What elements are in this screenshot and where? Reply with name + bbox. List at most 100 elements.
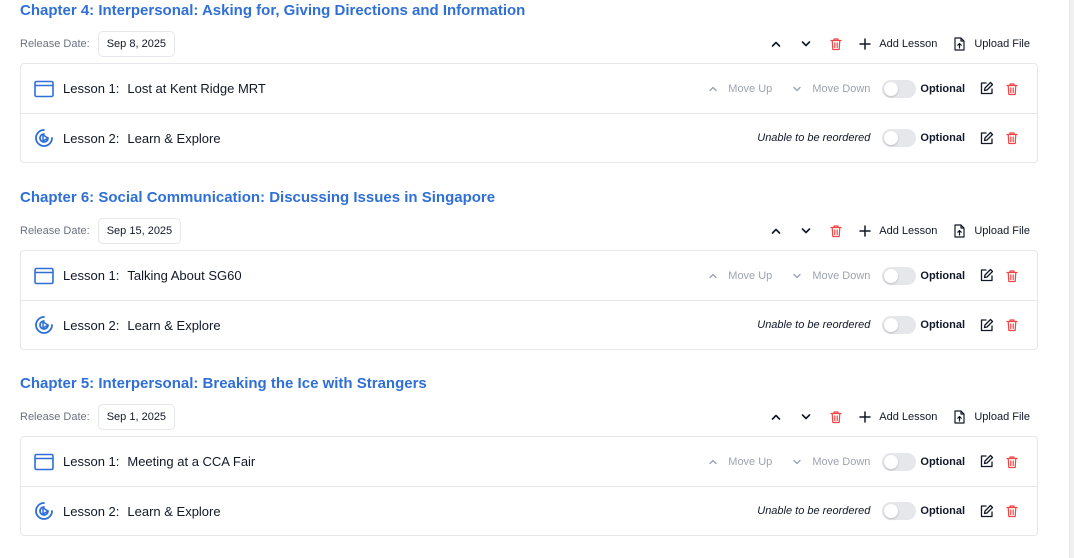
- delete-lesson-button[interactable]: [999, 499, 1025, 523]
- edit-lesson-button[interactable]: [973, 499, 999, 523]
- chapter-title: Chapter 4: Interpersonal: Asking for, Gi…: [20, 2, 526, 19]
- optional-toggle[interactable]: [882, 452, 917, 471]
- scrollbar[interactable]: [1069, 0, 1074, 558]
- browser-window-icon: [33, 78, 55, 100]
- browser-window-icon: [33, 451, 55, 473]
- edit-icon: [980, 454, 993, 468]
- chapter-move-down-button[interactable]: [791, 218, 821, 244]
- add-lesson-button[interactable]: Add Lesson: [851, 31, 945, 57]
- delete-lesson-button[interactable]: [999, 264, 1025, 288]
- upload-file-button[interactable]: Upload File: [945, 404, 1038, 430]
- lesson-title[interactable]: Learn & Explore: [127, 504, 220, 519]
- chevron-down-icon: [801, 414, 811, 420]
- delete-lesson-button[interactable]: [999, 450, 1025, 474]
- chapter-delete-button[interactable]: [821, 404, 851, 430]
- edit-lesson-button[interactable]: [973, 264, 999, 288]
- trash-icon: [1006, 319, 1018, 332]
- chevron-down-icon: [793, 273, 802, 278]
- lesson-title[interactable]: Lost at Kent Ridge MRT: [127, 81, 266, 96]
- chapter-section: Chapter 6: Social Communication: Discuss…: [20, 188, 1038, 350]
- file-upload-icon: [954, 410, 965, 424]
- lesson-number: Lesson 2:: [63, 503, 120, 519]
- optional-toggle[interactable]: [882, 129, 917, 147]
- edit-icon: [980, 131, 993, 144]
- chapter-move-down-button[interactable]: [791, 404, 821, 430]
- chapter-move-up-button[interactable]: [761, 404, 791, 430]
- chapter-move-up-button[interactable]: [761, 218, 791, 244]
- chapter-toolbar: Release Date: Sep 1, 2025 Add Lesson Upl…: [20, 404, 1038, 430]
- reorder-disabled-note: Unable to be reordered: [757, 505, 871, 517]
- edit-lesson-button[interactable]: [973, 77, 999, 101]
- lesson-move-up-button[interactable]: Move Up: [708, 83, 772, 95]
- optional-label: Optional: [920, 455, 965, 468]
- optional-toggle[interactable]: [882, 316, 917, 334]
- chapter-toolbar: Release Date: Sep 8, 2025 Add Lesson Upl…: [20, 31, 1038, 57]
- optional-toggle[interactable]: [882, 266, 917, 285]
- lesson-title[interactable]: Learn & Explore: [127, 318, 220, 333]
- release-date-picker[interactable]: Sep 1, 2025: [97, 404, 176, 430]
- lesson-title[interactable]: Meeting at a CCA Fair: [127, 454, 255, 469]
- trash-icon: [830, 411, 842, 424]
- reorder-disabled-note: Unable to be reordered: [757, 319, 871, 331]
- chapter-move-up-button[interactable]: [761, 31, 791, 57]
- upload-file-button[interactable]: Upload File: [945, 218, 1038, 244]
- release-date-picker[interactable]: Sep 15, 2025: [97, 218, 182, 244]
- lesson-move-up-button[interactable]: Move Up: [708, 270, 772, 282]
- lesson-title[interactable]: Learn & Explore: [127, 131, 220, 146]
- plus-icon: [859, 225, 871, 237]
- lesson-row: Lesson 1: Talking About SG60 Move Up Mov…: [21, 251, 1037, 300]
- chevron-down-icon: [801, 228, 811, 234]
- browser-window-icon: [33, 265, 55, 287]
- optional-toggle[interactable]: [882, 79, 917, 98]
- edit-lesson-button[interactable]: [973, 313, 999, 337]
- chevron-down-icon: [793, 459, 802, 464]
- optional-label: Optional: [920, 82, 965, 95]
- trash-icon: [830, 225, 842, 238]
- chapter-move-down-button[interactable]: [791, 31, 821, 57]
- lesson-number: Lesson 2:: [63, 130, 120, 146]
- chevron-up-icon: [709, 459, 717, 464]
- plus-icon: [859, 411, 871, 423]
- add-lesson-button[interactable]: Add Lesson: [851, 218, 945, 244]
- edit-lesson-button[interactable]: [973, 126, 999, 150]
- lesson-title[interactable]: Talking About SG60: [127, 268, 241, 283]
- trash-icon: [1006, 505, 1018, 518]
- upload-file-button[interactable]: Upload File: [945, 31, 1038, 57]
- optional-label: Optional: [920, 132, 965, 144]
- lesson-row: Lesson 2: Learn & Explore Unable to be r…: [21, 113, 1037, 162]
- optional-label: Optional: [920, 269, 965, 282]
- delete-lesson-button[interactable]: [999, 126, 1025, 150]
- lesson-row: Lesson 2: Learn & Explore Unable to be r…: [21, 486, 1037, 535]
- lesson-move-down-button[interactable]: Move Down: [792, 83, 870, 95]
- chevron-up-icon: [709, 273, 717, 278]
- delete-lesson-button[interactable]: [999, 313, 1025, 337]
- chapter-title: Chapter 6: Social Communication: Discuss…: [20, 189, 496, 206]
- release-date-label: Release Date:: [20, 411, 90, 423]
- lesson-number: Lesson 2:: [63, 317, 120, 333]
- chapter-delete-button[interactable]: [821, 31, 851, 57]
- reorder-disabled-note: Unable to be reordered: [757, 132, 871, 144]
- chapter-title: Chapter 5: Interpersonal: Breaking the I…: [20, 375, 427, 392]
- lesson-move-down-button[interactable]: Move Down: [792, 270, 870, 282]
- lesson-row: Lesson 2: Learn & Explore Unable to be r…: [21, 300, 1037, 349]
- trash-icon: [1006, 132, 1018, 145]
- chapter-delete-button[interactable]: [821, 218, 851, 244]
- explore-gauge-icon: [33, 314, 55, 336]
- chevron-down-icon: [793, 86, 802, 91]
- edit-icon: [980, 318, 993, 331]
- delete-lesson-button[interactable]: [999, 77, 1025, 101]
- release-date-picker[interactable]: Sep 8, 2025: [97, 31, 176, 57]
- edit-lesson-button[interactable]: [973, 450, 999, 474]
- release-date-label: Release Date:: [20, 225, 90, 237]
- optional-label: Optional: [920, 505, 965, 517]
- plus-icon: [859, 38, 871, 50]
- optional-label: Optional: [920, 319, 965, 331]
- lesson-number: Lesson 1:: [63, 454, 120, 469]
- lesson-move-up-button[interactable]: Move Up: [708, 456, 772, 468]
- chapter-toolbar: Release Date: Sep 15, 2025 Add Lesson Up…: [20, 218, 1038, 244]
- optional-toggle[interactable]: [882, 502, 917, 520]
- add-lesson-button[interactable]: Add Lesson: [851, 404, 945, 430]
- lesson-move-down-button[interactable]: Move Down: [792, 456, 870, 468]
- explore-gauge-icon: [33, 500, 55, 522]
- lesson-number: Lesson 1:: [63, 81, 120, 96]
